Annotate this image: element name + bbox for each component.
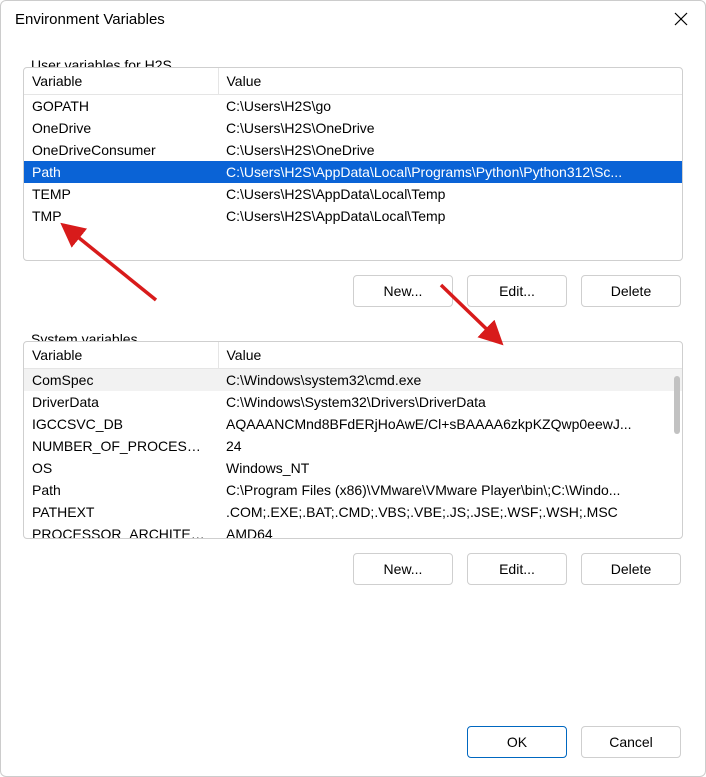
var-name: TEMP (24, 183, 218, 205)
var-value: C:\Program Files (x86)\VMware\VMware Pla… (218, 479, 682, 501)
var-value: C:\Users\H2S\AppData\Local\Temp (218, 183, 682, 205)
env-vars-dialog: Environment Variables User variables for… (0, 0, 706, 777)
var-value: C:\Users\H2S\go (218, 95, 682, 118)
var-value: C:\Users\H2S\OneDrive (218, 139, 682, 161)
close-button[interactable] (671, 9, 691, 29)
var-name: GOPATH (24, 95, 218, 118)
table-row[interactable]: TEMPC:\Users\H2S\AppData\Local\Temp (24, 183, 682, 205)
sys-col-variable[interactable]: Variable (24, 342, 218, 369)
var-name: Path (24, 161, 218, 183)
titlebar: Environment Variables (1, 1, 705, 35)
user-edit-button[interactable]: Edit... (467, 275, 567, 307)
user-col-value[interactable]: Value (218, 68, 682, 95)
var-name: IGCCSVC_DB (24, 413, 218, 435)
var-name: OneDriveConsumer (24, 139, 218, 161)
user-delete-button[interactable]: Delete (581, 275, 681, 307)
var-value: C:\Windows\System32\Drivers\DriverData (218, 391, 682, 413)
user-col-variable[interactable]: Variable (24, 68, 218, 95)
table-row[interactable]: OneDriveConsumerC:\Users\H2S\OneDrive (24, 139, 682, 161)
user-button-row: New... Edit... Delete (23, 261, 683, 307)
dialog-title: Environment Variables (15, 11, 165, 28)
user-new-button[interactable]: New... (353, 275, 453, 307)
var-value: AQAAANCMnd8BFdERjHoAwE/Cl+sBAAAA6zkpKZQw… (218, 413, 682, 435)
var-value: C:\Users\H2S\AppData\Local\Programs\Pyth… (218, 161, 682, 183)
var-value: C:\Users\H2S\AppData\Local\Temp (218, 205, 682, 227)
var-name: ComSpec (24, 369, 218, 392)
dialog-footer: OK Cancel (1, 712, 705, 776)
close-icon (674, 12, 688, 26)
table-row[interactable]: OneDriveC:\Users\H2S\OneDrive (24, 117, 682, 139)
table-row[interactable]: ComSpecC:\Windows\system32\cmd.exe (24, 369, 682, 392)
system-edit-button[interactable]: Edit... (467, 553, 567, 585)
table-row[interactable]: TMPC:\Users\H2S\AppData\Local\Temp (24, 205, 682, 227)
table-row[interactable]: PathC:\Users\H2S\AppData\Local\Programs\… (24, 161, 682, 183)
var-value: C:\Windows\system32\cmd.exe (218, 369, 682, 392)
var-value: .COM;.EXE;.BAT;.CMD;.VBS;.VBE;.JS;.JSE;.… (218, 501, 682, 523)
var-value: 24 (218, 435, 682, 457)
cancel-button[interactable]: Cancel (581, 726, 681, 758)
var-name: DriverData (24, 391, 218, 413)
table-row[interactable]: OSWindows_NT (24, 457, 682, 479)
system-vars-group: System variables Variable Value ComSpecC… (23, 341, 683, 585)
var-name: TMP (24, 205, 218, 227)
user-vars-list[interactable]: Variable Value GOPATHC:\Users\H2S\goOneD… (23, 67, 683, 261)
system-vars-list[interactable]: Variable Value ComSpecC:\Windows\system3… (23, 341, 683, 539)
var-value: AMD64 (218, 523, 682, 539)
var-value: Windows_NT (218, 457, 682, 479)
system-delete-button[interactable]: Delete (581, 553, 681, 585)
table-row[interactable]: IGCCSVC_DBAQAAANCMnd8BFdERjHoAwE/Cl+sBAA… (24, 413, 682, 435)
var-name: OneDrive (24, 117, 218, 139)
table-row[interactable]: PathC:\Program Files (x86)\VMware\VMware… (24, 479, 682, 501)
system-button-row: New... Edit... Delete (23, 539, 683, 585)
table-row[interactable]: GOPATHC:\Users\H2S\go (24, 95, 682, 118)
user-vars-group: User variables for H2S Variable Value GO… (23, 67, 683, 307)
var-name: OS (24, 457, 218, 479)
ok-button[interactable]: OK (467, 726, 567, 758)
var-name: PROCESSOR_ARCHITECTU (24, 523, 218, 539)
table-row[interactable]: PATHEXT.COM;.EXE;.BAT;.CMD;.VBS;.VBE;.JS… (24, 501, 682, 523)
table-row[interactable]: PROCESSOR_ARCHITECTUAMD64 (24, 523, 682, 539)
var-name: Path (24, 479, 218, 501)
dialog-content: User variables for H2S Variable Value GO… (1, 35, 705, 712)
table-row[interactable]: DriverDataC:\Windows\System32\Drivers\Dr… (24, 391, 682, 413)
var-value: C:\Users\H2S\OneDrive (218, 117, 682, 139)
scrollbar-thumb[interactable] (674, 376, 680, 434)
scrollbar-track[interactable] (674, 376, 680, 536)
table-row[interactable]: NUMBER_OF_PROCESSORS24 (24, 435, 682, 457)
system-new-button[interactable]: New... (353, 553, 453, 585)
var-name: PATHEXT (24, 501, 218, 523)
var-name: NUMBER_OF_PROCESSORS (24, 435, 218, 457)
sys-col-value[interactable]: Value (218, 342, 682, 369)
